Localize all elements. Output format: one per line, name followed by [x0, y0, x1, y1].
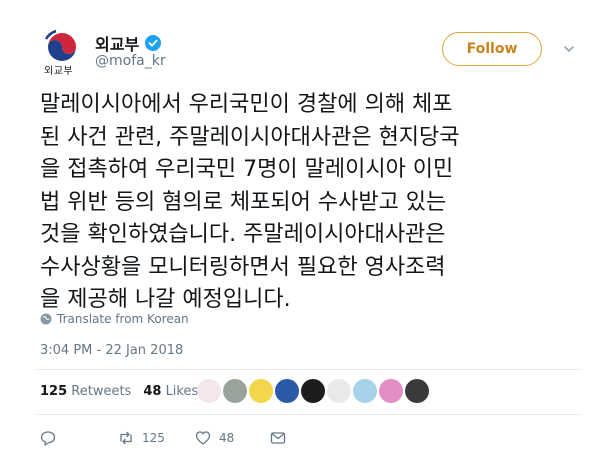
tweet-timestamp[interactable]: 3:04 PM - 22 Jan 2018: [40, 343, 183, 358]
liker-avatar[interactable]: [353, 379, 377, 403]
liker-avatar[interactable]: [301, 379, 325, 403]
verified-badge-icon: [145, 35, 162, 51]
chevron-down-icon[interactable]: [563, 43, 575, 55]
heart-icon: [195, 431, 211, 445]
liker-avatar[interactable]: [249, 379, 273, 403]
globe-icon: [40, 313, 52, 325]
avatar-caption: 외교부: [44, 66, 74, 77]
likes-stat[interactable]: 48 Likes: [143, 384, 198, 399]
tweet-actions: 125 48: [40, 430, 340, 446]
envelope-icon: [270, 432, 286, 444]
retweet-count: 125: [142, 431, 165, 445]
translate-link[interactable]: Translate from Korean: [40, 312, 189, 326]
retweets-stat[interactable]: 125 Retweets: [40, 384, 131, 399]
liker-avatar[interactable]: [379, 379, 403, 403]
retweet-button[interactable]: 125: [118, 430, 165, 446]
liker-avatars: [197, 379, 429, 403]
reply-icon: [40, 431, 56, 446]
likes-label: Likes: [165, 384, 199, 399]
tweet-text: 말레이시아에서 우리국민이 경찰에 의해 체포 된 사건 관련, 주말레이시아대…: [40, 92, 460, 312]
liker-avatar[interactable]: [275, 379, 299, 403]
tweet-stats: 125 Retweets 48 Likes: [40, 384, 198, 399]
liker-avatar[interactable]: [405, 379, 429, 403]
retweets-count: 125: [40, 384, 68, 399]
message-button[interactable]: [270, 430, 286, 446]
liker-avatar[interactable]: [327, 379, 351, 403]
taegeuk-logo-icon: [44, 29, 76, 61]
retweets-label: Retweets: [71, 384, 132, 399]
liker-avatar[interactable]: [197, 379, 221, 403]
translate-label[interactable]: Translate from Korean: [57, 312, 189, 326]
divider: [36, 369, 582, 370]
like-button[interactable]: 48: [195, 430, 234, 446]
follow-button[interactable]: Follow: [442, 32, 542, 66]
display-name-text[interactable]: 외교부: [95, 31, 139, 55]
liker-avatar[interactable]: [223, 379, 247, 403]
tweet-card: 외교부 외교부 @mofa_kr Follow 말레이시아에서 우리국민이 경찰…: [0, 0, 600, 467]
like-count: 48: [219, 431, 235, 445]
display-name[interactable]: 외교부: [95, 31, 162, 55]
user-handle[interactable]: @mofa_kr: [95, 53, 166, 69]
likes-count: 48: [143, 384, 162, 399]
divider: [36, 414, 582, 415]
reply-button[interactable]: [40, 430, 64, 446]
retweet-icon: [120, 431, 132, 445]
